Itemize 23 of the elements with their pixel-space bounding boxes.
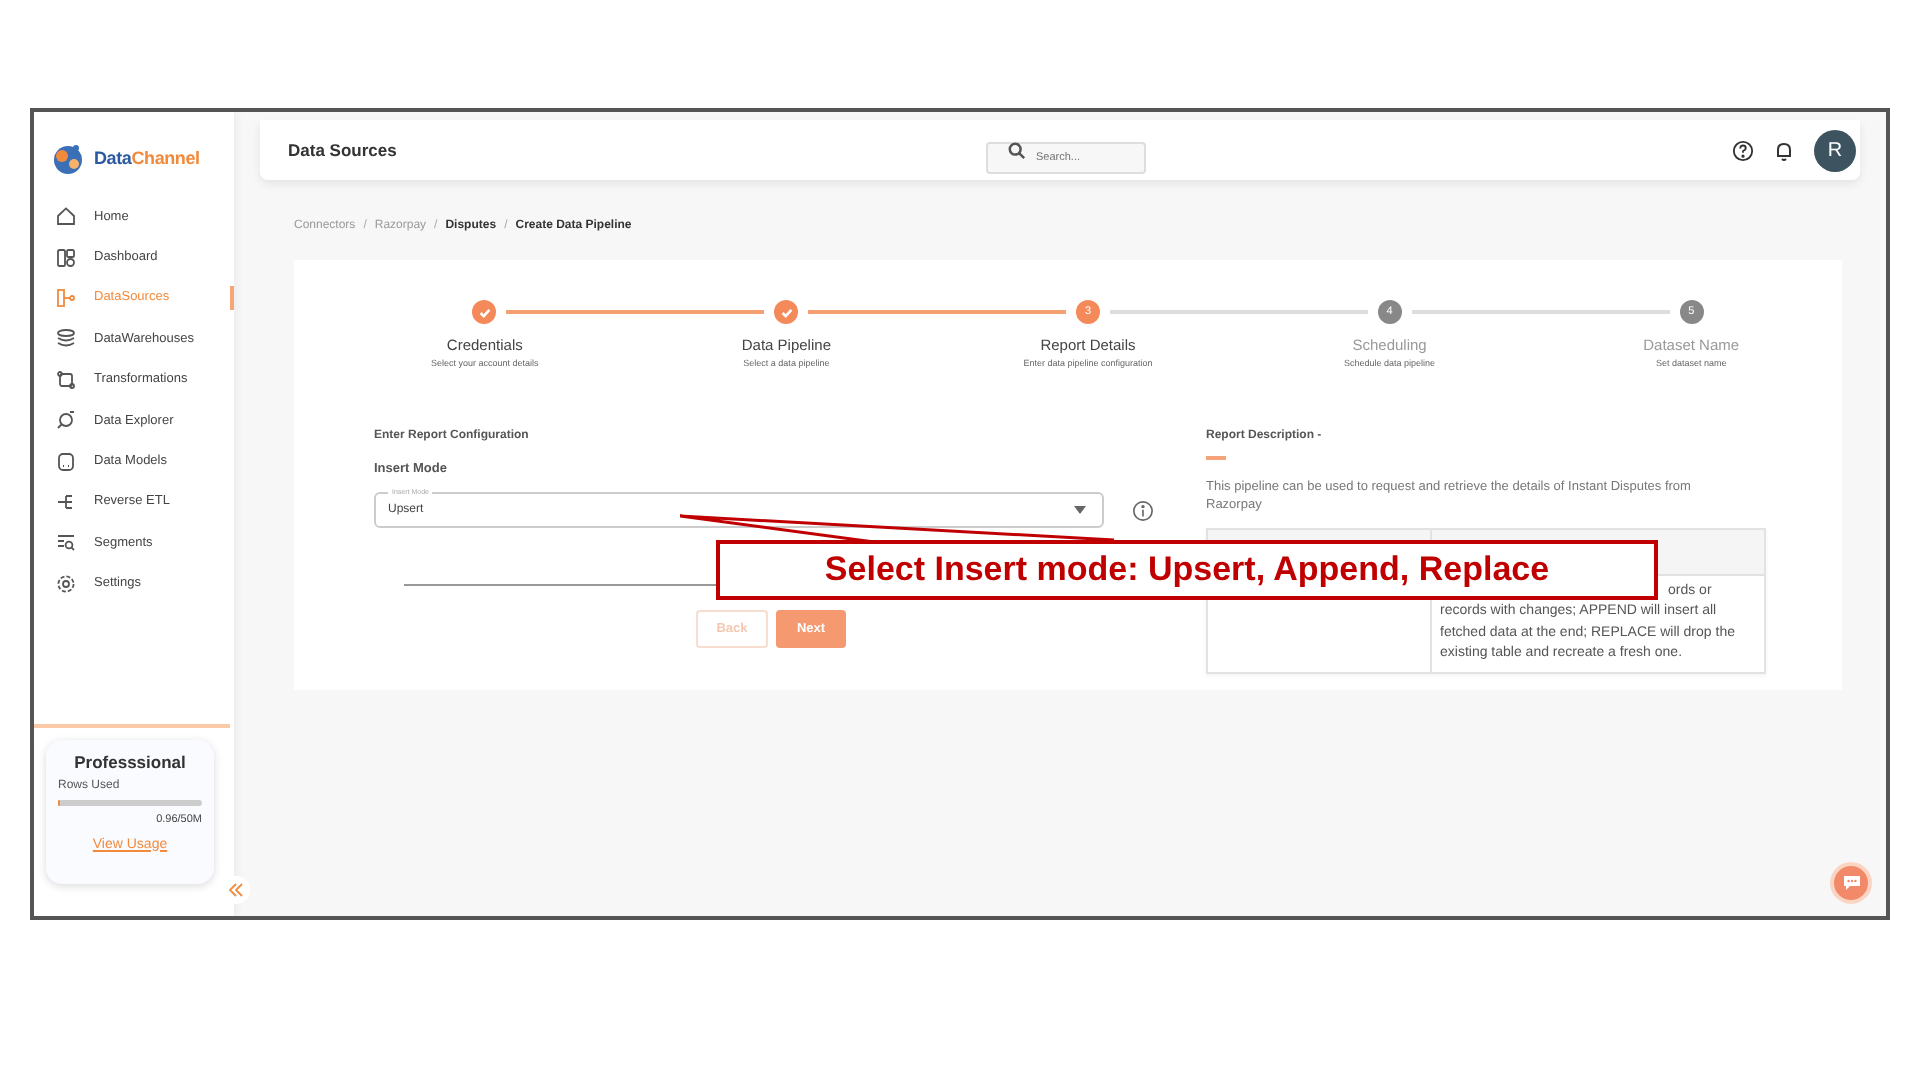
dropdown-icon [1074,506,1087,514]
nav-icon [56,451,76,472]
nav-icon [56,573,76,594]
search-icon [1008,141,1026,159]
nav-icon [56,328,76,349]
logo-icon [50,140,86,176]
logo-text: DataChannel [94,148,200,168]
bell-icon[interactable] [1774,139,1794,161]
help-icon[interactable] [1732,139,1754,161]
nav-icon [56,206,76,227]
page-title: Data Sources [288,140,397,160]
user-avatar[interactable]: R [1814,129,1856,171]
chevrons-icon [228,882,244,898]
nav-icon [56,247,76,268]
nav-icon [56,491,76,512]
info-icon[interactable] [1132,499,1154,521]
chat-icon [1841,874,1861,892]
callout-box: Select Insert mode: Upsert, Append, Replace [716,540,1658,600]
nav-icon [56,369,76,390]
nav-icon [56,287,76,308]
nav-icon [56,410,76,431]
nav-icon [56,532,76,553]
plan-name: Professsional [72,752,188,772]
